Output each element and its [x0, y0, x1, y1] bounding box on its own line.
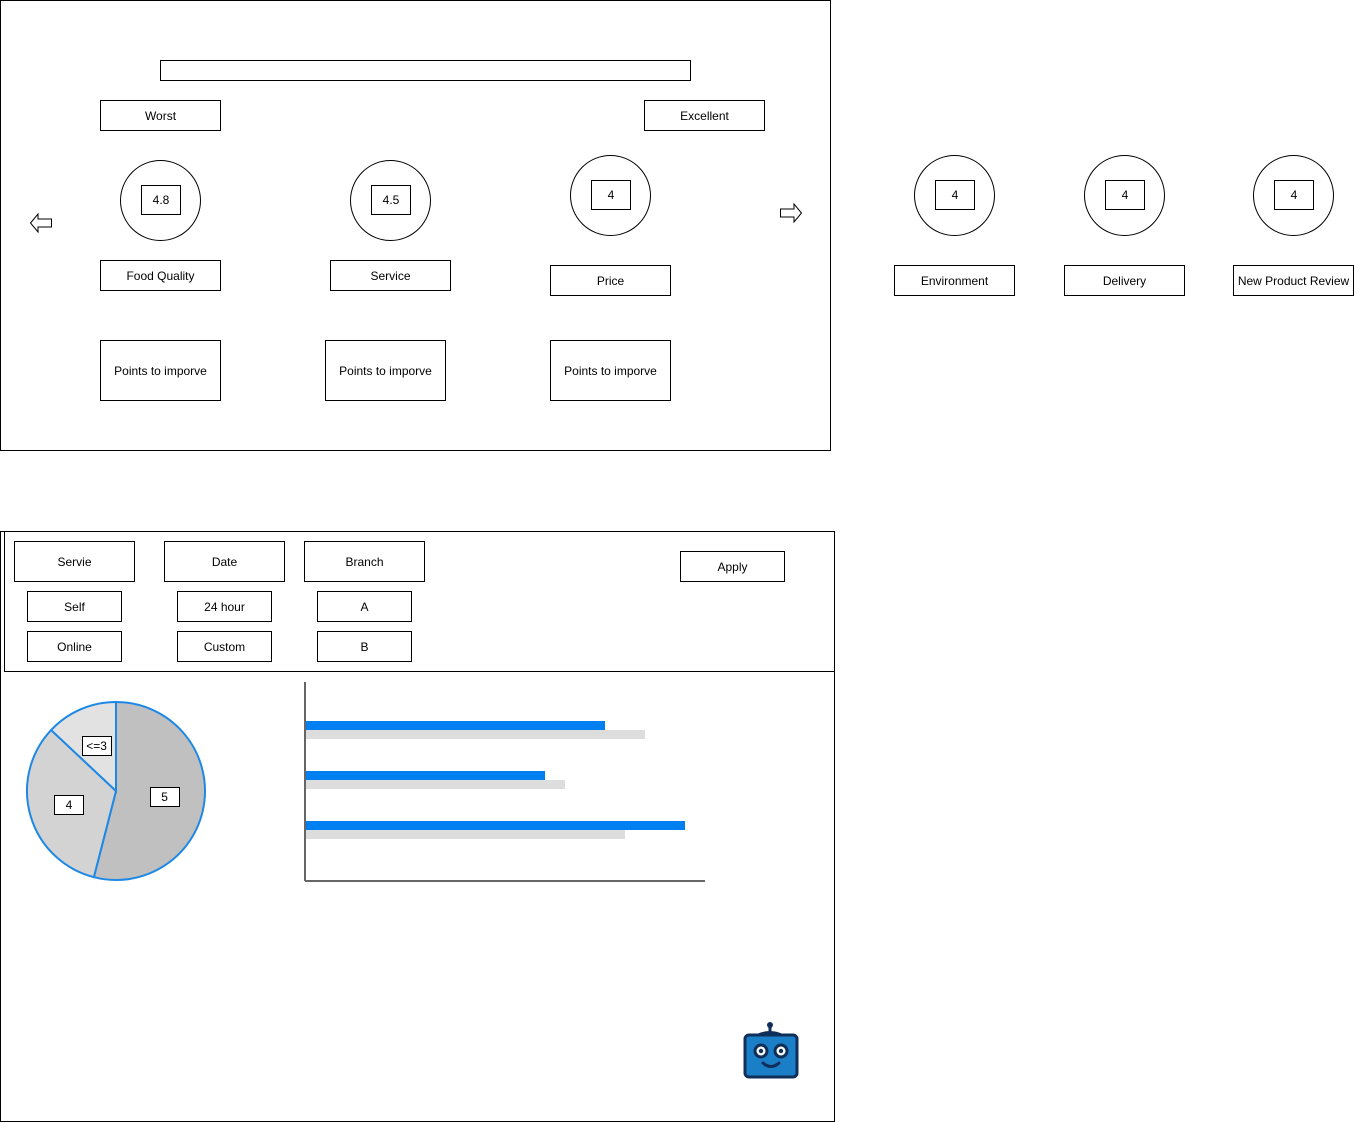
filter-option-24-hour[interactable]: 24 hour: [177, 591, 272, 622]
points-to-improve-service-button[interactable]: Points to imporve: [325, 340, 446, 401]
bar-secondary[interactable]: [305, 780, 565, 789]
points-to-improve-food-quality-button[interactable]: Points to imporve: [100, 340, 221, 401]
bar-secondary[interactable]: [305, 830, 625, 839]
filter-option-branch-b[interactable]: B: [317, 631, 412, 662]
category-label-environment: Environment: [894, 265, 1015, 296]
filter-option-custom[interactable]: Custom: [177, 631, 272, 662]
robot-icon[interactable]: [740, 1020, 802, 1082]
category-label-food-quality: Food Quality: [100, 260, 221, 291]
score-circle-food-quality[interactable]: 4.8: [120, 160, 201, 241]
filter-option-branch-a[interactable]: A: [317, 591, 412, 622]
score-value: 4: [935, 180, 975, 210]
bar-primary[interactable]: [305, 821, 685, 830]
score-value: 4: [1105, 180, 1145, 210]
score-value: 4.8: [141, 185, 181, 215]
score-value: 4: [591, 180, 631, 210]
filter-branch-header[interactable]: Branch: [304, 541, 425, 582]
filter-service-header[interactable]: Servie: [14, 541, 135, 582]
score-circle-service[interactable]: 4.5: [350, 160, 431, 241]
filter-date-header[interactable]: Date: [164, 541, 285, 582]
pie-slice-label: 5: [149, 787, 180, 808]
filter-option-online[interactable]: Online: [27, 631, 122, 662]
scale-label-excellent: Excellent: [644, 100, 765, 131]
apply-button[interactable]: Apply: [680, 551, 785, 582]
arrow-right-icon[interactable]: [779, 198, 803, 228]
category-label-new-product-review: New Product Review: [1233, 265, 1354, 296]
score-circle-price[interactable]: 4: [570, 155, 651, 236]
score-value: 4: [1274, 180, 1314, 210]
rating-scale-track[interactable]: [160, 60, 691, 81]
scale-label-worst: Worst: [100, 100, 221, 131]
pie-label-layer: 5 4 <=3: [20, 695, 212, 887]
comparison-bar-chart: [300, 680, 710, 885]
pie-slice-label: <=3: [81, 736, 112, 757]
category-label-service: Service: [330, 260, 451, 291]
pie-slice-label: 4: [53, 794, 84, 815]
bar-secondary[interactable]: [305, 730, 645, 739]
bar-primary[interactable]: [305, 771, 545, 780]
score-circle-delivery[interactable]: 4: [1084, 155, 1165, 236]
category-label-price: Price: [550, 265, 671, 296]
score-value: 4.5: [371, 185, 411, 215]
category-label-delivery: Delivery: [1064, 265, 1185, 296]
filter-option-self[interactable]: Self: [27, 591, 122, 622]
bar-primary[interactable]: [305, 721, 605, 730]
score-circle-new-product-review[interactable]: 4: [1253, 155, 1334, 236]
points-to-improve-price-button[interactable]: Points to imporve: [550, 340, 671, 401]
score-circle-environment[interactable]: 4: [914, 155, 995, 236]
arrow-left-icon[interactable]: [29, 208, 53, 238]
